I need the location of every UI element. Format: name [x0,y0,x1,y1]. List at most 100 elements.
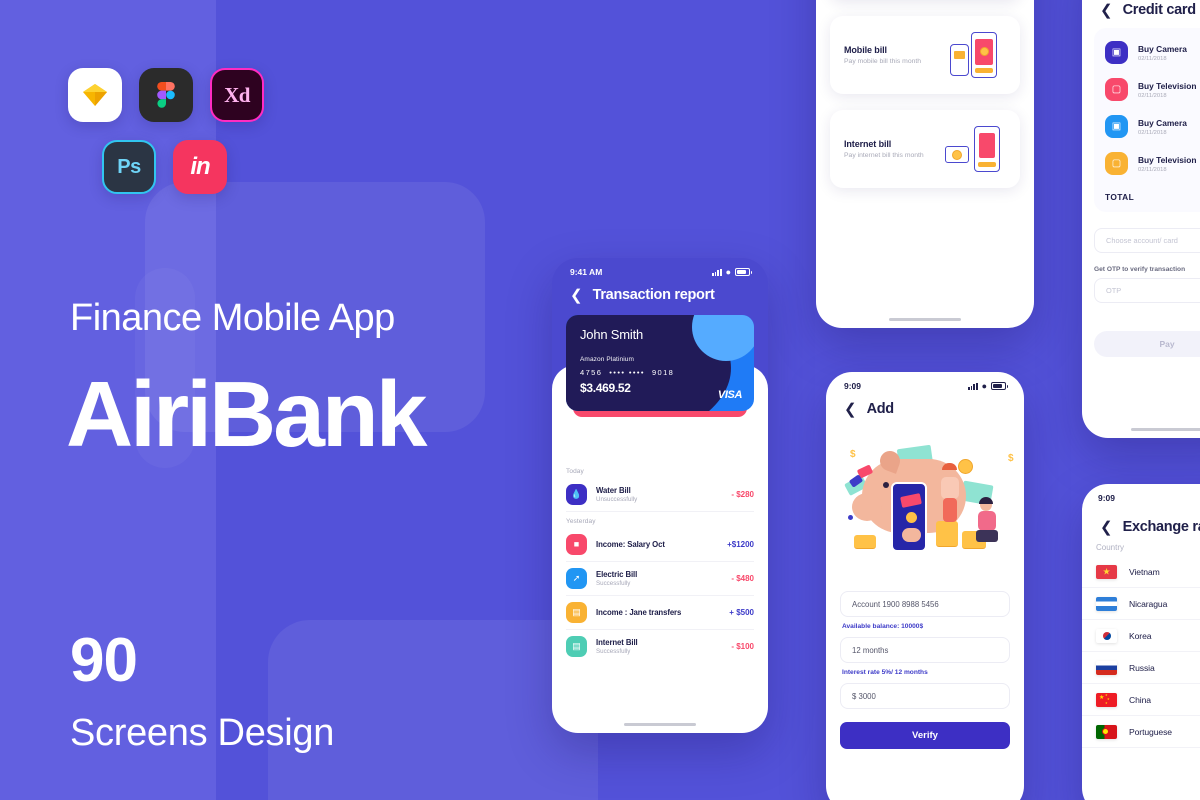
camera-icon: ▣ [1105,41,1128,64]
credit-card-visual: John Smith Amazon Platinium 4756 •••• ••… [552,315,768,477]
account-select-placeholder: Choose account/ card [1106,236,1178,245]
home-indicator [624,722,696,726]
bill-subtitle: Pay internet bill this month [844,152,924,160]
electric-bolt-icon: ➚ [566,568,587,589]
transaction-row[interactable]: ▤ Income : Jane transfers + $500 [566,596,754,630]
phone-transaction-report-screen: 9:41 AM ● ❮ Transaction report John Smit… [552,258,768,733]
transaction-row[interactable]: ➚ Electric Bill Successfully - $480 [566,562,754,596]
account-select-field[interactable]: Choose account/ card [1094,228,1200,253]
adobe-xd-label: Xd [224,82,250,107]
credit-card-row[interactable]: ▣ Buy Camera 02/11/2018 [1105,108,1200,145]
internet-bill-art [944,124,1006,174]
card-number-first: 4756 [580,368,603,377]
status-icons: ● [968,380,1008,391]
invision-icon: in [173,140,227,194]
transaction-amount: - $280 [731,490,754,499]
status-bar: 9:09 [1082,484,1200,507]
wifi-icon: ● [981,380,987,391]
available-balance-hint: Available balance: 10000$ [842,623,924,630]
background-shape-2 [268,620,598,800]
design-tool-icons-row-1: Xd [68,68,308,122]
hero-screen-count: 90 [70,626,138,695]
otp-label: Get OTP to verify transaction [1094,266,1186,273]
china-flag: ★ ★ ★ ★ [1096,692,1117,707]
amount-input[interactable]: $ 3000 [840,683,1010,709]
bill-card-internet[interactable]: Internet bill Pay internet bill this mon… [830,110,1020,188]
back-chevron-icon[interactable]: ❮ [1100,3,1113,18]
invision-label: in [190,153,210,180]
credit-card-transaction-list: ▣ Buy Camera 02/11/2018 ▢ Buy Television… [1094,28,1200,212]
savings-illustration: $ $ [836,427,1014,585]
sketch-icon [68,68,122,122]
credit-card-row-date: 02/11/2018 [1138,55,1167,62]
korea-taeguk-icon [1102,631,1111,640]
term-input[interactable]: 12 months [840,637,1010,663]
person-standing [940,463,960,523]
bill-card-list: Water bill Pay water bill this month Mob… [816,0,1034,188]
pay-button-label: Pay [1159,339,1175,349]
flag-star-icon: ★ [1105,700,1108,705]
card-holder-name: John Smith [580,327,644,342]
hero-title: AiriBank [66,362,427,466]
adobe-xd-icon: Xd [210,68,264,122]
portugal-flag [1096,724,1117,739]
otp-placeholder: OTP [1106,286,1122,295]
term-input-value: 12 months [852,645,889,655]
transaction-status: Successfully [596,648,631,656]
photoshop-icon: Ps [102,140,156,194]
bill-card-text: Internet bill Pay internet bill this mon… [844,139,924,160]
status-bar: 9:41 AM ● [552,258,768,281]
piggy-eye [883,482,889,488]
exchange-row[interactable]: Korea [1082,620,1200,652]
credit-card-row[interactable]: ▢ Buy Television 02/11/2018 [1105,145,1200,182]
verify-button[interactable]: Verify [840,722,1010,749]
home-indicator [889,317,961,321]
card-front[interactable]: John Smith Amazon Platinium 4756 •••• ••… [566,315,754,411]
transaction-row[interactable]: ▤ Internet Bill Successfully - $100 [566,630,754,663]
phone-add-screen: 9:09 ● ❮ Add $ $ Account 1900 8988 5456 … [826,372,1024,800]
credit-card-row-title: Buy Television [1138,80,1197,91]
back-chevron-icon[interactable]: ❮ [844,402,857,417]
transaction-row[interactable]: ■ Income: Salary Oct +$1200 [566,528,754,562]
account-input[interactable]: Account 1900 8988 5456 [840,591,1010,617]
salary-icon: ■ [566,534,587,555]
interest-rate-hint: Interest rate 5%/ 12 months [842,669,928,676]
portugal-emblem-icon [1102,728,1109,735]
exchange-row[interactable]: ★ ★ ★ ★ China [1082,684,1200,716]
transaction-amount: +$1200 [727,540,754,549]
bill-card-mobile[interactable]: Mobile bill Pay mobile bill this month [830,16,1020,94]
pay-button[interactable]: Pay [1094,331,1200,357]
transaction-title: Internet Bill [596,637,638,647]
verify-button-label: Verify [912,730,938,741]
transaction-group-label: Yesterday [566,518,596,525]
exchange-row[interactable]: Russia [1082,652,1200,684]
transaction-title: Electric Bill [596,569,638,579]
otp-input[interactable]: OTP [1094,278,1200,303]
signal-icon [712,268,722,276]
country-name: Vietnam [1129,566,1160,577]
transaction-status: Unsuccessfully [596,496,638,504]
status-bar: 9:09 ● [826,372,1024,395]
korea-flag [1096,628,1117,643]
add-form: Account 1900 8988 5456 Available balance… [826,585,1024,749]
card-content: John Smith Amazon Platinium 4756 •••• ••… [566,315,754,395]
card-number-last: 9018 [651,368,675,377]
exchange-row[interactable]: Nicaragua [1082,588,1200,620]
phone-bills-screen: Water bill Pay water bill this month Mob… [816,0,1034,328]
signal-icon [968,382,978,390]
credit-card-row[interactable]: ▣ Buy Camera 02/11/2018 [1105,34,1200,71]
exchange-row[interactable]: Portuguese [1082,716,1200,748]
phone-credit-card-screen: ❮ Credit card ▣ Buy Camera 02/11/2018 ▢ … [1082,0,1200,438]
dollar-sign-icon: $ [850,449,856,460]
status-time: 9:41 AM [570,267,603,277]
credit-card-row-title: Buy Camera [1138,43,1187,54]
hero-subtitle: Finance Mobile App [70,297,395,339]
design-tool-icons: Xd Ps in [68,68,308,212]
credit-card-row[interactable]: ▢ Buy Television 02/11/2018 [1105,71,1200,108]
transaction-amount: - $100 [731,642,754,651]
back-chevron-icon[interactable]: ❮ [570,288,583,303]
transaction-row[interactable]: 💧 Water Bill Unsuccessfully - $280 [566,478,754,512]
exchange-row[interactable]: ★ Vietnam [1082,556,1200,588]
back-chevron-icon[interactable]: ❮ [1100,520,1113,535]
mini-piggy-illustration [902,528,921,542]
